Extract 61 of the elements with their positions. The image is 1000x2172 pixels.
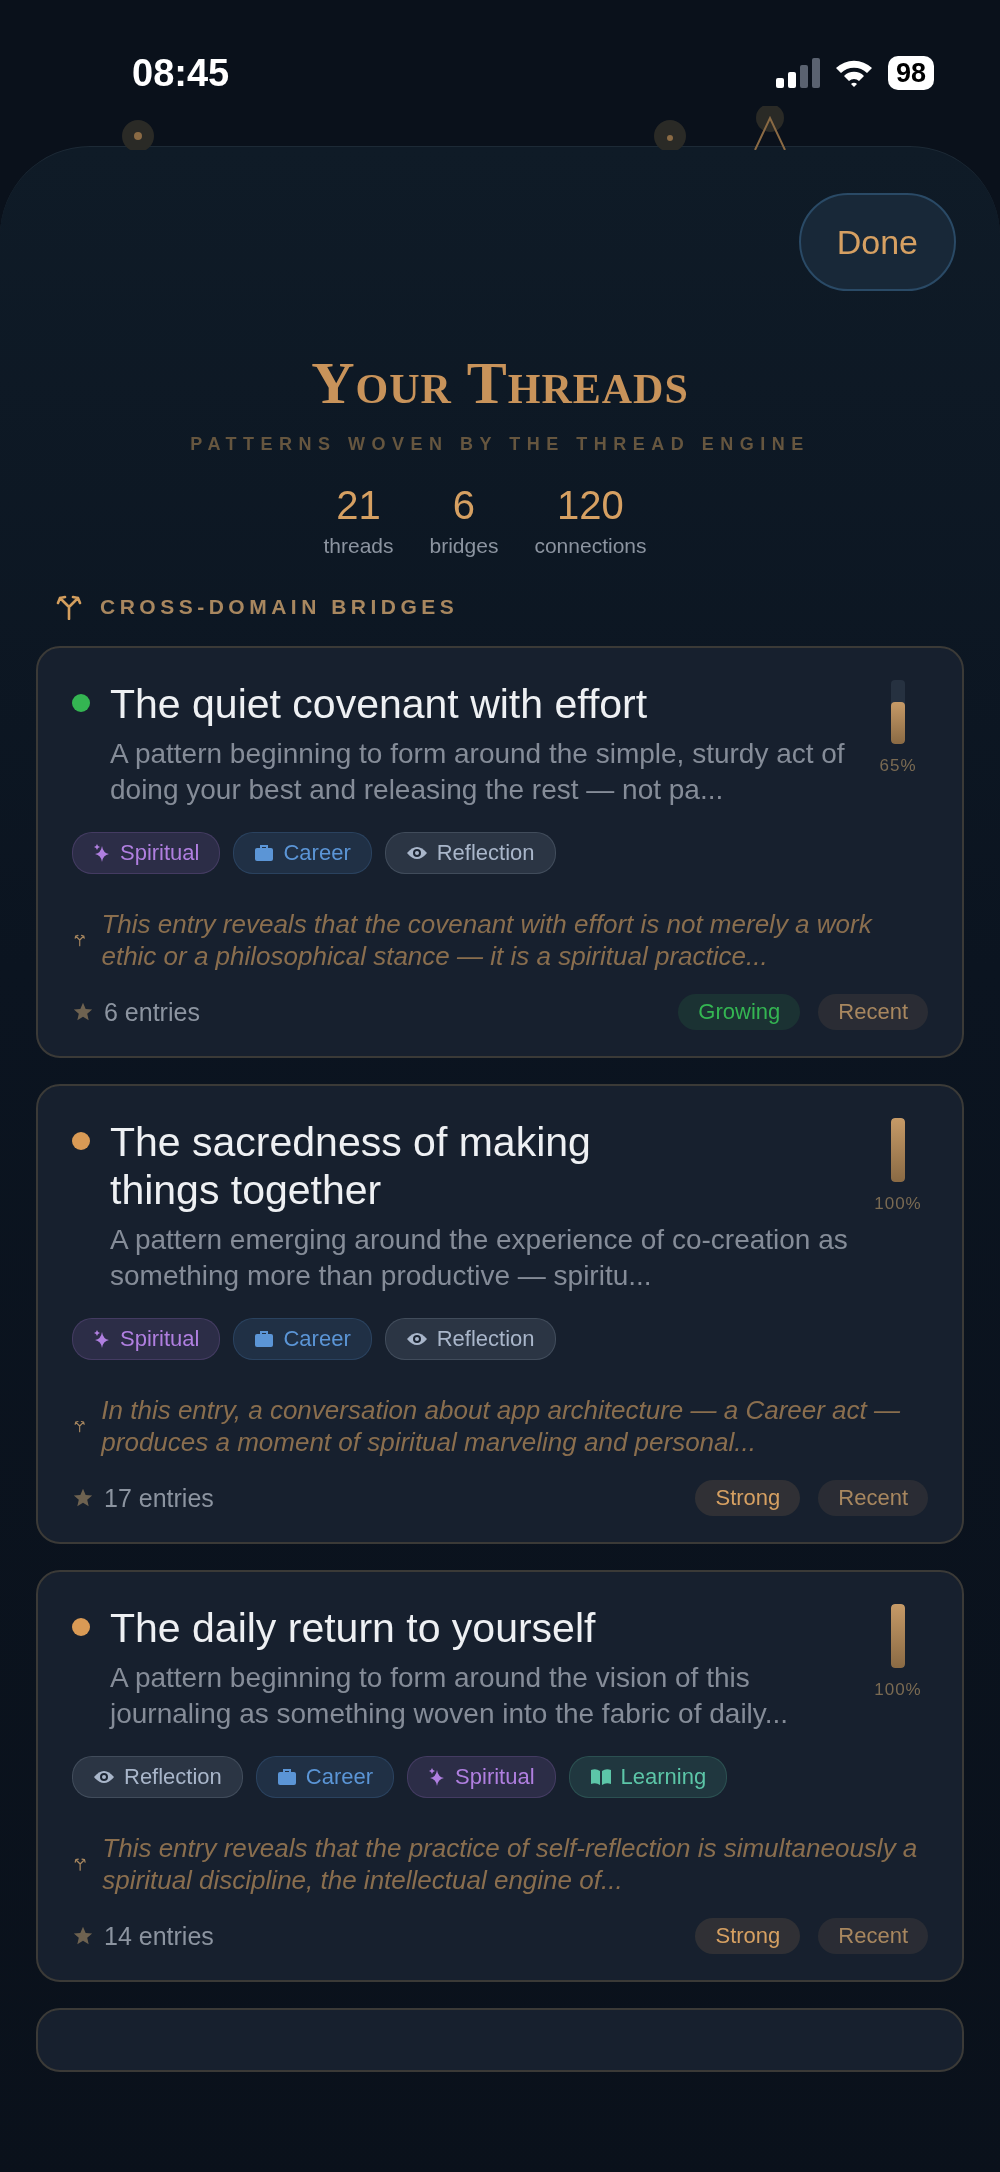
insight-text: This entry reveals that the practice of self-reflection is simultaneously a spiritual discipline, the intellectual engine of... bbox=[102, 1832, 919, 1896]
eye-icon bbox=[405, 845, 428, 861]
stat-label: bridges bbox=[429, 534, 499, 558]
domain-tag: Spiritual bbox=[407, 1756, 556, 1798]
entry-count: 6 entries bbox=[104, 997, 200, 1027]
domain-tag: Reflection bbox=[72, 1756, 243, 1798]
domain-tag: Learning bbox=[568, 1756, 728, 1798]
thread-title: The quiet covenant with effort bbox=[110, 680, 649, 728]
briefcase-icon bbox=[254, 1330, 275, 1348]
strength-percent: 65% bbox=[879, 756, 917, 776]
star-icon bbox=[72, 1001, 94, 1023]
strength-meter bbox=[891, 680, 905, 744]
thread-card[interactable] bbox=[36, 1570, 964, 1982]
domain-tag: Spiritual bbox=[72, 1318, 221, 1360]
fork-icon bbox=[56, 594, 82, 620]
briefcase-icon bbox=[254, 844, 275, 862]
star-icon bbox=[72, 1487, 94, 1509]
battery-level: 98 bbox=[887, 56, 934, 90]
status-time: 08:45 bbox=[132, 51, 230, 95]
stat-value: 21 bbox=[336, 483, 381, 528]
thread-title: The sacredness of making things together bbox=[110, 1118, 592, 1214]
eye-icon bbox=[93, 1769, 115, 1785]
status-badge: Recent bbox=[818, 1480, 928, 1516]
done-button[interactable]: Done bbox=[798, 193, 956, 291]
status-badge: Strong bbox=[695, 1480, 801, 1516]
insight-text: In this entry, a conversation about app architecture — a Career act — produces a moment of spiritual marveling and personal... bbox=[101, 1394, 901, 1458]
status-badge: Strong bbox=[695, 1918, 801, 1954]
stat-label: threads bbox=[323, 534, 394, 558]
domain-tag: Spiritual bbox=[72, 832, 221, 874]
stat-value: 120 bbox=[557, 483, 624, 528]
briefcase-icon bbox=[276, 1768, 297, 1786]
thread-title: The daily return to yourself bbox=[110, 1604, 597, 1652]
stat-value: 6 bbox=[452, 483, 476, 528]
domain-tag: Career bbox=[233, 1318, 372, 1360]
entry-count: 17 entries bbox=[104, 1483, 214, 1513]
thread-card[interactable] bbox=[36, 1084, 964, 1544]
section-title: CROSS-DOMAIN BRIDGES bbox=[100, 595, 459, 619]
thread-description: A pattern beginning to form around the vision of this journaling as something woven into the fabric of daily... bbox=[110, 1661, 790, 1731]
domain-tag: Reflection bbox=[384, 832, 556, 874]
stat-label: connections bbox=[534, 534, 647, 558]
insight-text: This entry reveals that the covenant with effort is not merely a work ethic or a philosophical stance — it is a spiritual practice... bbox=[101, 908, 874, 972]
strength-meter bbox=[891, 1118, 905, 1182]
domain-tag: Career bbox=[255, 1756, 395, 1798]
thread-description: A pattern beginning to form around the simple, sturdy act of doing your best and releasing the rest — not pa... bbox=[110, 737, 846, 807]
strength-percent: 100% bbox=[874, 1680, 922, 1700]
status-badge: Recent bbox=[818, 994, 928, 1030]
star-icon bbox=[72, 1925, 94, 1947]
strength-percent: 100% bbox=[874, 1194, 922, 1214]
status-badge: Growing bbox=[678, 994, 801, 1030]
status-badge: Recent bbox=[818, 1918, 928, 1954]
signal-icon bbox=[775, 58, 820, 88]
thread-card[interactable] bbox=[36, 646, 964, 1058]
entry-count: 14 entries bbox=[104, 1921, 214, 1951]
domain-tag: Career bbox=[233, 832, 372, 874]
domain-tag: Reflection bbox=[384, 1318, 556, 1360]
eye-icon bbox=[405, 1331, 428, 1347]
strength-meter bbox=[891, 1604, 905, 1668]
thread-description: A pattern emerging around the experience of co-creation as something more than productive — spiritu... bbox=[110, 1223, 849, 1293]
page-title: Your Threads bbox=[310, 349, 690, 418]
page-subtitle: PATTERNS WOVEN BY THE THREAD ENGINE bbox=[189, 434, 811, 455]
book-icon bbox=[589, 1768, 612, 1786]
